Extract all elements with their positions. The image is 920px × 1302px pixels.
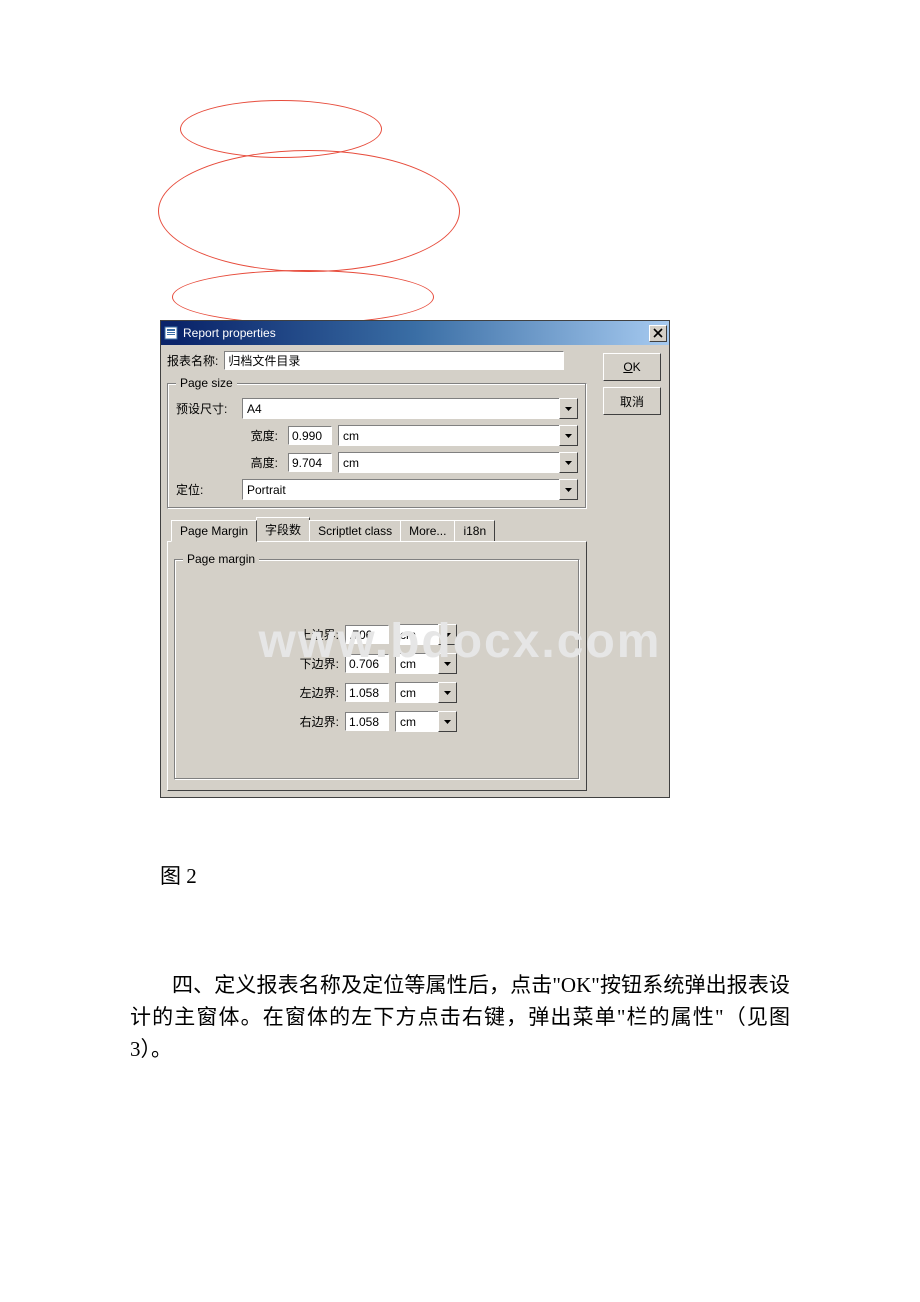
height-label: 高度: (238, 454, 278, 471)
margin-right-label: 右边界: (291, 713, 339, 730)
page-margin-legend: Page margin (183, 552, 259, 566)
orientation-label: 定位: (176, 481, 236, 498)
margin-bottom-unit: cm (395, 653, 438, 674)
chevron-down-icon[interactable] (438, 624, 457, 645)
margin-right-input[interactable] (345, 712, 389, 731)
orientation-combo[interactable]: Portrait (242, 479, 578, 500)
margin-top-input[interactable] (345, 625, 389, 644)
tab-more[interactable]: More... (400, 520, 455, 541)
tab-panel-page-margin: Page margin 上边界: cm 下边 (167, 541, 587, 791)
margin-top-unit: cm (395, 624, 438, 645)
width-unit-value: cm (338, 425, 559, 446)
chevron-down-icon[interactable] (559, 425, 578, 446)
orientation-value: Portrait (242, 479, 559, 500)
preset-size-combo[interactable]: A4 (242, 398, 578, 419)
margin-top-label: 上边界: (291, 626, 339, 643)
ok-button[interactable]: OK (603, 353, 661, 381)
margin-right-unit-combo[interactable]: cm (395, 711, 457, 732)
page-size-legend: Page size (176, 376, 237, 390)
tab-scriptlet-class[interactable]: Scriptlet class (309, 520, 401, 541)
chevron-down-icon[interactable] (559, 398, 578, 419)
height-unit-combo[interactable]: cm (338, 452, 578, 473)
width-label: 宽度: (238, 427, 278, 444)
margin-left-unit-combo[interactable]: cm (395, 682, 457, 703)
chevron-down-icon[interactable] (559, 452, 578, 473)
chevron-down-icon[interactable] (438, 653, 457, 674)
dialog-title: Report properties (183, 326, 276, 340)
tab-i18n[interactable]: i18n (454, 520, 495, 541)
close-button[interactable] (649, 325, 667, 342)
chevron-down-icon[interactable] (438, 711, 457, 732)
report-name-label: 报表名称: (167, 352, 218, 369)
width-unit-combo[interactable]: cm (338, 425, 578, 446)
margin-bottom-label: 下边界: (291, 655, 339, 672)
annotation-ellipse-1 (180, 100, 382, 158)
ok-button-mnemonic: O (623, 360, 632, 374)
chevron-down-icon[interactable] (438, 682, 457, 703)
width-input[interactable] (288, 426, 332, 445)
margin-right-unit: cm (395, 711, 438, 732)
preset-size-value: A4 (242, 398, 559, 419)
tab-page-margin[interactable]: Page Margin (171, 520, 257, 542)
page-size-group: Page size 预设尺寸: A4 宽度: (167, 376, 587, 509)
margin-left-unit: cm (395, 682, 438, 703)
tabs-bar: Page Margin 字段数 Scriptlet class More... … (171, 517, 587, 541)
report-name-input[interactable] (224, 351, 564, 370)
body-paragraph: 四、定义报表名称及定位等属性后，点击"OK"按钮系统弹出报表设计的主窗体。在窗体… (130, 948, 790, 1086)
figure-caption: 图 2 (160, 860, 197, 890)
page-margin-group: Page margin 上边界: cm 下边 (174, 552, 580, 780)
margin-bottom-input[interactable] (345, 654, 389, 673)
cancel-button[interactable]: 取消 (603, 387, 661, 415)
margin-left-input[interactable] (345, 683, 389, 702)
tab-fields[interactable]: 字段数 (256, 517, 310, 541)
report-properties-dialog: Report properties 报表名称: Page size 预设尺寸: (160, 320, 670, 798)
height-input[interactable] (288, 453, 332, 472)
height-unit-value: cm (338, 452, 559, 473)
chevron-down-icon[interactable] (559, 479, 578, 500)
annotation-ellipse-3 (172, 270, 434, 324)
margin-bottom-unit-combo[interactable]: cm (395, 653, 457, 674)
annotation-area (0, 0, 920, 320)
dialog-titlebar[interactable]: Report properties (161, 321, 669, 345)
margin-top-unit-combo[interactable]: cm (395, 624, 457, 645)
annotation-ellipse-2 (158, 150, 460, 272)
preset-size-label: 预设尺寸: (176, 400, 236, 417)
margin-left-label: 左边界: (291, 684, 339, 701)
app-icon (163, 325, 179, 341)
body-paragraph-text: 四、定义报表名称及定位等属性后，点击"OK"按钮系统弹出报表设计的主窗体。在窗体… (130, 969, 790, 1065)
